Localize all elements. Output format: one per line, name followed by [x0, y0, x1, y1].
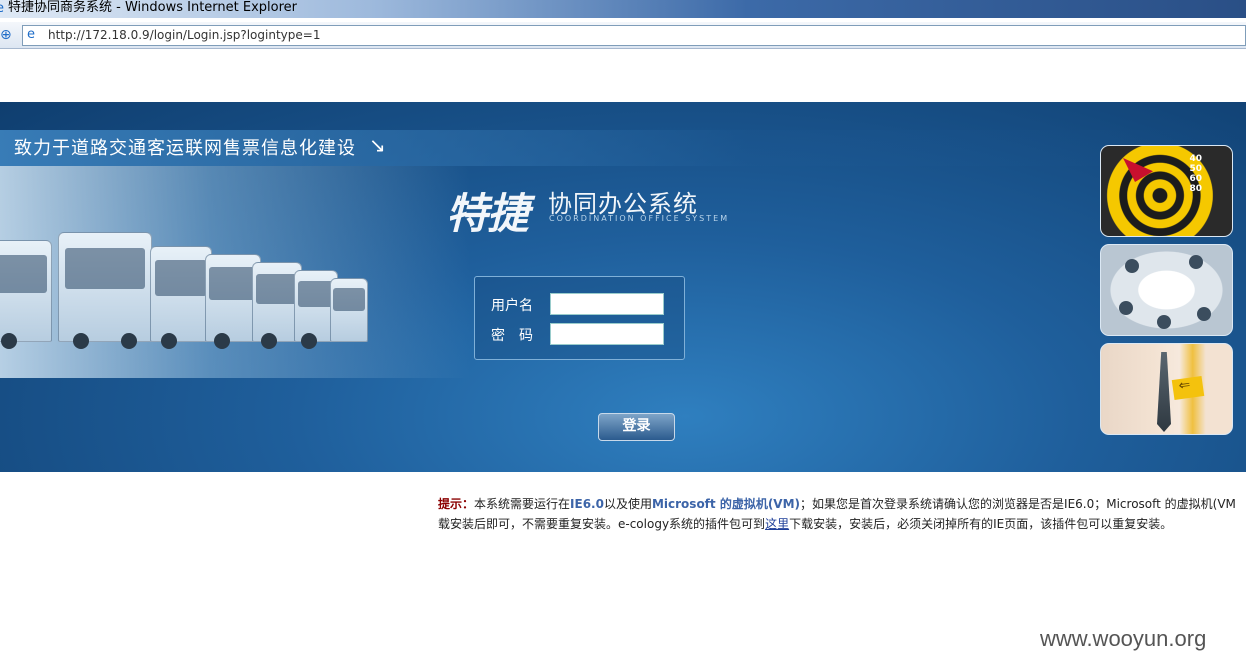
slogan: 致力于道路交通客运联网售票信息化建设	[14, 138, 356, 159]
bus-image	[0, 240, 52, 349]
dartboard-numbers: 40 50 60 80	[1189, 154, 1202, 194]
bus-illustration	[0, 166, 470, 378]
meeting-image	[1100, 244, 1233, 336]
tip-vm-name: Microsoft 的虚拟机(VM)	[651, 497, 801, 511]
site-icon: e	[27, 27, 35, 42]
businessman-image	[1100, 343, 1233, 435]
logo-system-name-en: COORDINATION OFFICE SYSTEM	[549, 214, 730, 223]
window-titlebar: e 特捷协同商务系统 - Windows Internet Explorer	[0, 0, 1246, 18]
password-label: 密 码	[491, 328, 533, 344]
password-row: 密 码	[491, 323, 671, 345]
url-text[interactable]: http://172.18.0.9/login/Login.jsp?logint…	[48, 28, 320, 42]
slogan-arrow-icon: ↘	[369, 133, 386, 157]
username-label: 用户名	[491, 298, 533, 314]
arrow-card-icon	[1171, 376, 1205, 400]
url-field[interactable]: e http://172.18.0.9/login/Login.jsp?logi…	[22, 25, 1246, 46]
tip-line-1: 提示：本系统需要运行在IE6.0以及使用Microsoft 的虚拟机(VM)；如…	[438, 497, 1236, 511]
username-input[interactable]	[550, 293, 664, 315]
dartboard-image: 40 50 60 80	[1100, 145, 1233, 237]
tip-label: 提示：	[438, 497, 475, 511]
bus-image	[330, 278, 368, 342]
username-row: 用户名	[491, 293, 671, 315]
password-input[interactable]	[550, 323, 664, 345]
window-title: 特捷协同商务系统 - Windows Internet Explorer	[8, 0, 297, 15]
watermark: www.wooyun.org	[1040, 626, 1207, 651]
dart-icon	[1123, 158, 1153, 182]
tie-icon	[1157, 352, 1171, 432]
login-banner: 致力于道路交通客运联网售票信息化建设 ↘ 特捷 协同办公系统 COORDINAT…	[0, 102, 1246, 472]
bus-image	[150, 246, 212, 349]
bus-image	[58, 232, 152, 349]
plugin-download-link[interactable]: 这里	[765, 517, 789, 531]
login-form: 用户名 密 码	[474, 276, 685, 360]
nav-icon[interactable]: ⊕	[0, 26, 20, 44]
login-button[interactable]: 登录	[598, 413, 675, 441]
login-tip: 提示：本系统需要运行在IE6.0以及使用Microsoft 的虚拟机(VM)；如…	[438, 494, 1246, 534]
tip-line-2: 载安装后即可，不需要重复安装。e-cology系统的插件包可到这里下载安装，安装…	[438, 517, 1173, 531]
address-bar: ⊕ e http://172.18.0.9/login/Login.jsp?lo…	[0, 22, 1246, 49]
logo-brand: 特捷	[446, 189, 529, 238]
tip-ie-version: IE6.0	[570, 497, 604, 511]
